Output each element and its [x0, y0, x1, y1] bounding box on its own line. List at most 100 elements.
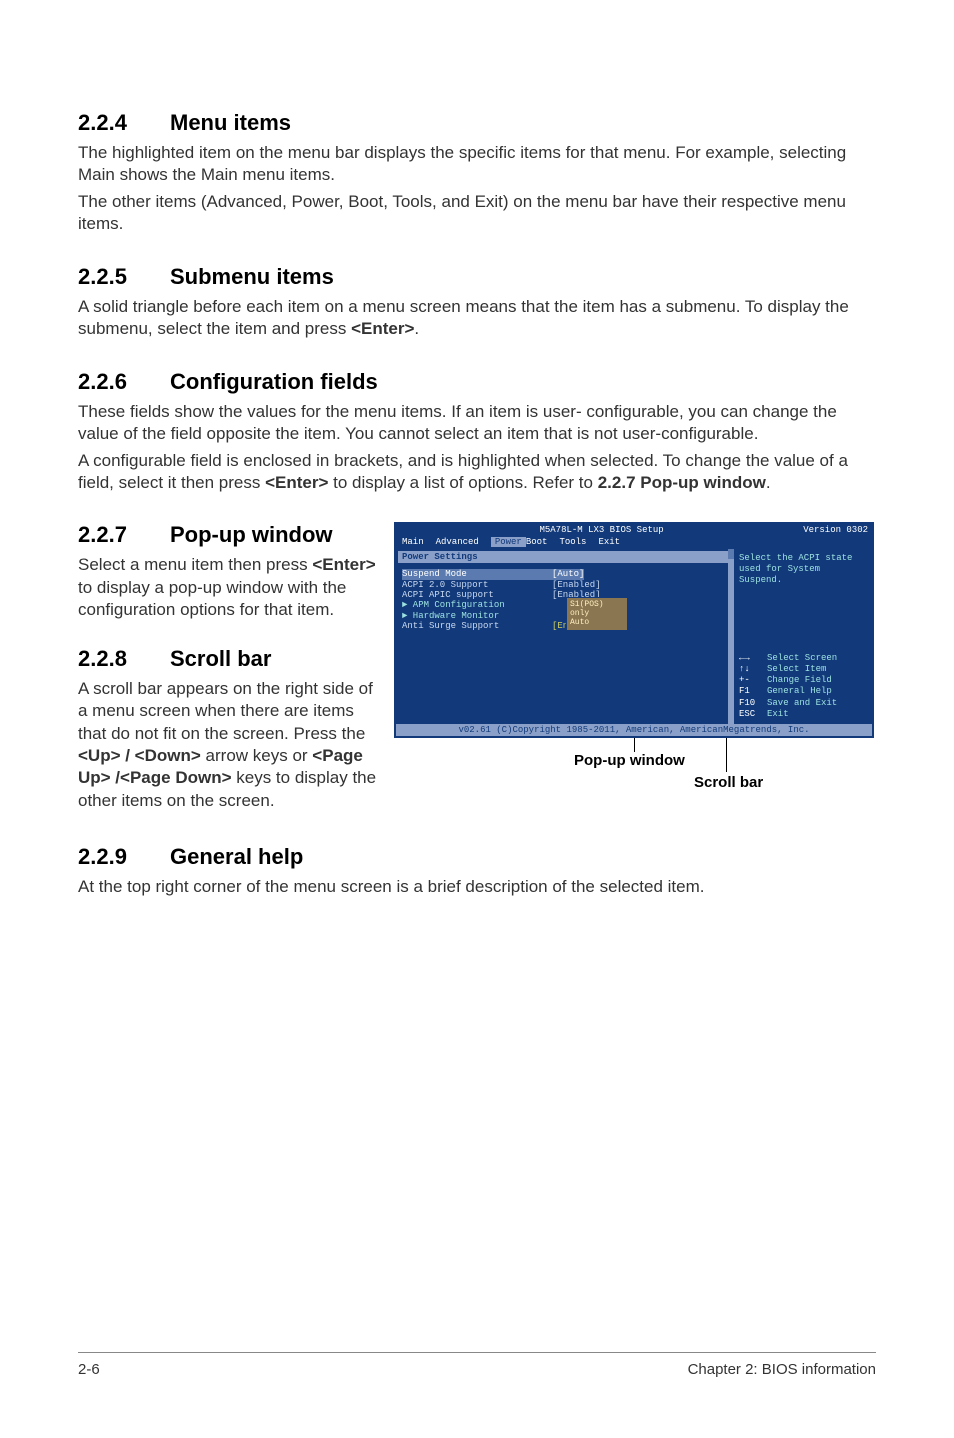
bios-menubar: Main Advanced Power Boot Tools Exit — [396, 537, 872, 549]
bios-row: Suspend Mode[Auto] — [402, 569, 726, 579]
para-225-1: A solid triangle before each item on a m… — [78, 296, 876, 341]
text: arrow keys or — [201, 746, 312, 765]
bios-key-desc: Change Field — [767, 675, 832, 686]
bios-version: Version 0302 — [803, 525, 868, 535]
bios-key-desc: Exit — [767, 709, 789, 720]
bios-key: ←→ — [739, 653, 767, 664]
bios-popup-option: S1(POS) only — [570, 600, 624, 618]
text: to display a pop-up window with the conf… — [78, 578, 346, 619]
text: A scroll bar appears on the right side o… — [78, 679, 373, 743]
bios-popup-option: Auto — [570, 618, 624, 627]
bios-row: ► Hardware Monitor — [402, 611, 726, 621]
bios-key-row: F10Save and Exit — [739, 698, 867, 709]
callout-line — [634, 738, 635, 752]
bios-scrollbar — [728, 549, 734, 724]
ref-popup-window: 2.2.7 Pop-up window — [598, 473, 766, 492]
bios-key-desc: Select Item — [767, 664, 826, 675]
page-number: 2-6 — [78, 1361, 100, 1378]
bios-row-value: [Enabled] — [552, 580, 601, 590]
bios-copyright: v02.61 (C)Copyright 1985-2011, American,… — [396, 724, 872, 736]
bios-key-row: F1General Help — [739, 686, 867, 697]
bios-tab-power: Power — [491, 537, 526, 547]
bios-help-text: Select the ACPI state used for System Su… — [739, 553, 867, 585]
bios-row-label: ACPI 2.0 Support — [402, 580, 552, 590]
heading-num: 2.2.6 — [78, 369, 170, 395]
heading-num: 2.2.5 — [78, 264, 170, 290]
bios-key-row: ←→Select Screen — [739, 653, 867, 664]
heading-num: 2.2.9 — [78, 844, 170, 870]
heading-2-2-4: 2.2.4Menu items — [78, 110, 876, 136]
key-enter: <Enter> — [312, 555, 375, 574]
bios-key-desc: General Help — [767, 686, 832, 697]
para-224-2: The other items (Advanced, Power, Boot, … — [78, 191, 876, 236]
bios-tab-exit: Exit — [598, 537, 632, 547]
heading-2-2-6: 2.2.6Configuration fields — [78, 369, 876, 395]
bios-key-row: ↑↓Select Item — [739, 664, 867, 675]
bios-panel-left: Power Settings Suspend Mode[Auto] ACPI 2… — [396, 549, 732, 724]
callout-label-popup: Pop-up window — [574, 752, 685, 769]
callout-label-scrollbar: Scroll bar — [694, 774, 763, 791]
text: . — [766, 473, 771, 492]
bios-tab-boot: Boot — [526, 537, 560, 547]
heading-2-2-9: 2.2.9General help — [78, 844, 876, 870]
page-footer: 2-6 Chapter 2: BIOS information — [78, 1352, 876, 1378]
heading-2-2-7: 2.2.7Pop-up window — [78, 522, 386, 548]
heading-title: Scroll bar — [170, 646, 271, 671]
heading-2-2-5: 2.2.5Submenu items — [78, 264, 876, 290]
heading-title: Menu items — [170, 110, 291, 135]
bios-key-desc: Select Screen — [767, 653, 837, 664]
bios-tab-main: Main — [402, 537, 436, 547]
heading-num: 2.2.8 — [78, 646, 170, 672]
text: to display a list of options. Refer to — [328, 473, 597, 492]
bios-row: ► APM Configuration — [402, 600, 726, 610]
key-up-down: <Up> / <Down> — [78, 746, 201, 765]
heading-title: Configuration fields — [170, 369, 378, 394]
bios-key-row: +-Change Field — [739, 675, 867, 686]
para-228-1: A scroll bar appears on the right side o… — [78, 678, 386, 813]
heading-title: Submenu items — [170, 264, 334, 289]
bios-key: ↑↓ — [739, 664, 767, 675]
bios-row-label: Anti Surge Support — [402, 621, 552, 631]
bios-key-legend: ←→Select Screen ↑↓Select Item +-Change F… — [739, 653, 867, 721]
figure-callouts: Pop-up window Scroll bar — [394, 738, 874, 798]
bios-screenshot: Version 0302 M5A78L-M LX3 BIOS Setup Mai… — [394, 522, 874, 738]
bios-tab-advanced: Advanced — [436, 537, 491, 547]
bios-panel-title: Power Settings — [398, 551, 730, 563]
text: Select a menu item then press — [78, 555, 312, 574]
bios-row-value: [Auto] — [552, 569, 584, 579]
bios-popup: S1(POS) only Auto — [566, 597, 628, 631]
bios-key: F1 — [739, 686, 767, 697]
bios-row-label: Suspend Mode — [402, 569, 552, 579]
para-226-1: These fields show the values for the men… — [78, 401, 876, 446]
chapter-label: Chapter 2: BIOS information — [688, 1361, 876, 1378]
bios-row-label: ► Hardware Monitor — [402, 611, 552, 621]
para-227-1: Select a menu item then press <Enter> to… — [78, 554, 386, 621]
bios-key-row: ESCExit — [739, 709, 867, 720]
bios-key: +- — [739, 675, 767, 686]
text: . — [414, 319, 419, 338]
bios-titlebar: Version 0302 M5A78L-M LX3 BIOS Setup — [396, 524, 872, 536]
para-229-1: At the top right corner of the menu scre… — [78, 876, 876, 898]
bios-title-text: M5A78L-M LX3 BIOS Setup — [539, 525, 663, 535]
heading-title: Pop-up window — [170, 522, 333, 547]
para-226-2: A configurable field is enclosed in brac… — [78, 450, 876, 495]
bios-body: Power Settings Suspend Mode[Auto] ACPI 2… — [396, 549, 872, 724]
callout-line — [726, 738, 727, 772]
heading-num: 2.2.4 — [78, 110, 170, 136]
bios-tab-tools: Tools — [559, 537, 598, 547]
bios-key: ESC — [739, 709, 767, 720]
key-enter: <Enter> — [265, 473, 328, 492]
bios-key-desc: Save and Exit — [767, 698, 837, 709]
heading-num: 2.2.7 — [78, 522, 170, 548]
text: A solid triangle before each item on a m… — [78, 297, 849, 338]
para-224-1: The highlighted item on the menu bar dis… — [78, 142, 876, 187]
bios-row: ACPI 2.0 Support[Enabled] — [402, 580, 726, 590]
key-enter: <Enter> — [351, 319, 414, 338]
heading-title: General help — [170, 844, 303, 869]
bios-row-label: ► APM Configuration — [402, 600, 552, 610]
bios-key: F10 — [739, 698, 767, 709]
bios-row: ACPI APIC support[Enabled] — [402, 590, 726, 600]
heading-2-2-8: 2.2.8Scroll bar — [78, 646, 386, 672]
bios-row: Anti Surge Support[Enabled] — [402, 621, 726, 631]
bios-panel-right: Select the ACPI state used for System Su… — [732, 549, 872, 724]
